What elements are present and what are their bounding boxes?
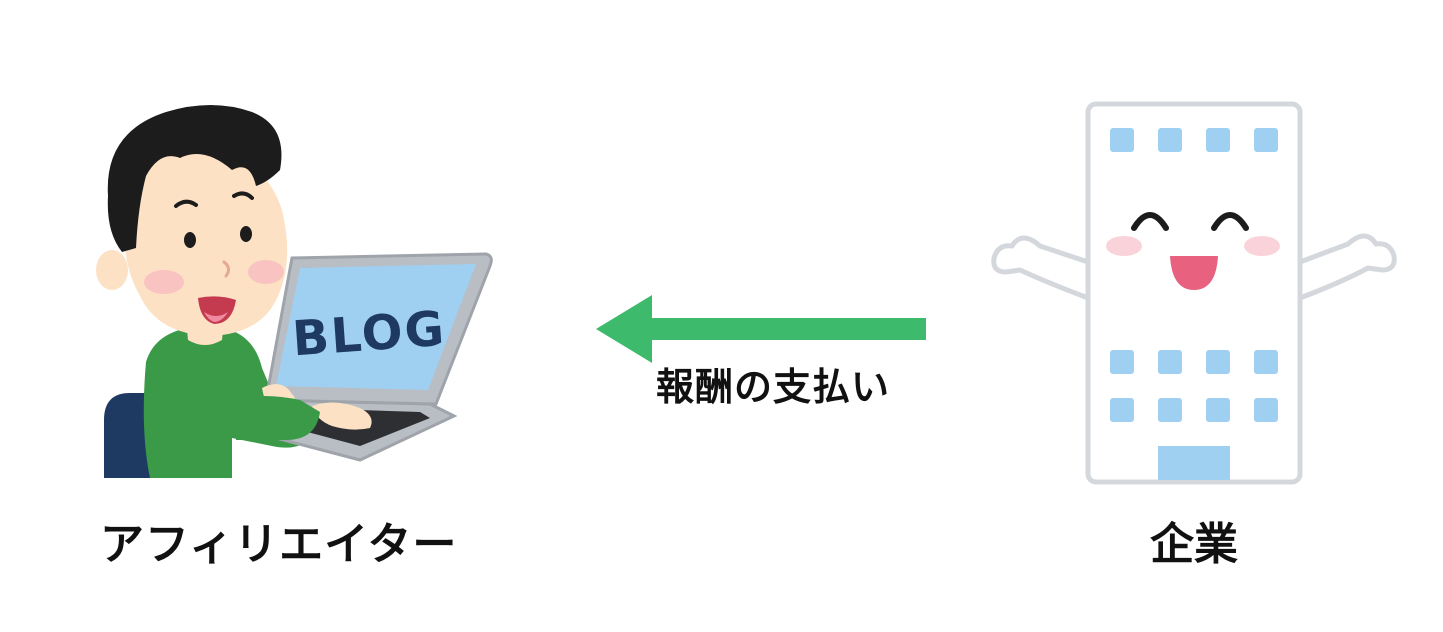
- window-icon: [1158, 398, 1182, 422]
- window-icon: [1206, 128, 1230, 152]
- arrow-shaft: [640, 318, 926, 340]
- arrow-head-icon: [596, 295, 652, 363]
- blush-icon: [144, 270, 184, 294]
- blush-icon: [1106, 236, 1142, 256]
- company-label: 企業: [1150, 519, 1238, 570]
- window-icon: [1254, 128, 1278, 152]
- door-icon: [1158, 446, 1230, 480]
- window-icon: [1206, 350, 1230, 374]
- right-arm-icon: [1297, 233, 1397, 301]
- window-icon: [1254, 350, 1278, 374]
- payment-arrow: [596, 295, 926, 363]
- window-icon: [1158, 350, 1182, 374]
- window-icon: [1158, 128, 1182, 152]
- window-icon: [1110, 398, 1134, 422]
- window-icon: [1110, 350, 1134, 374]
- payment-arrow-label: 報酬の支払い: [656, 365, 891, 409]
- affiliate-label: アフィリエイター: [100, 519, 458, 570]
- blush-icon: [248, 260, 284, 284]
- company-illustration: [991, 101, 1397, 485]
- eye-icon: [240, 226, 252, 242]
- left-arm-icon: [991, 235, 1091, 301]
- laptop-screen-text: BLOG: [291, 301, 448, 368]
- window-icon: [1206, 398, 1230, 422]
- window-icon: [1254, 398, 1278, 422]
- blush-icon: [1244, 236, 1280, 256]
- eye-icon: [184, 232, 196, 248]
- ear-icon: [96, 250, 128, 290]
- affiliate-illustration: BLOG: [96, 105, 493, 478]
- window-icon: [1110, 128, 1134, 152]
- building-icon: [1085, 101, 1303, 485]
